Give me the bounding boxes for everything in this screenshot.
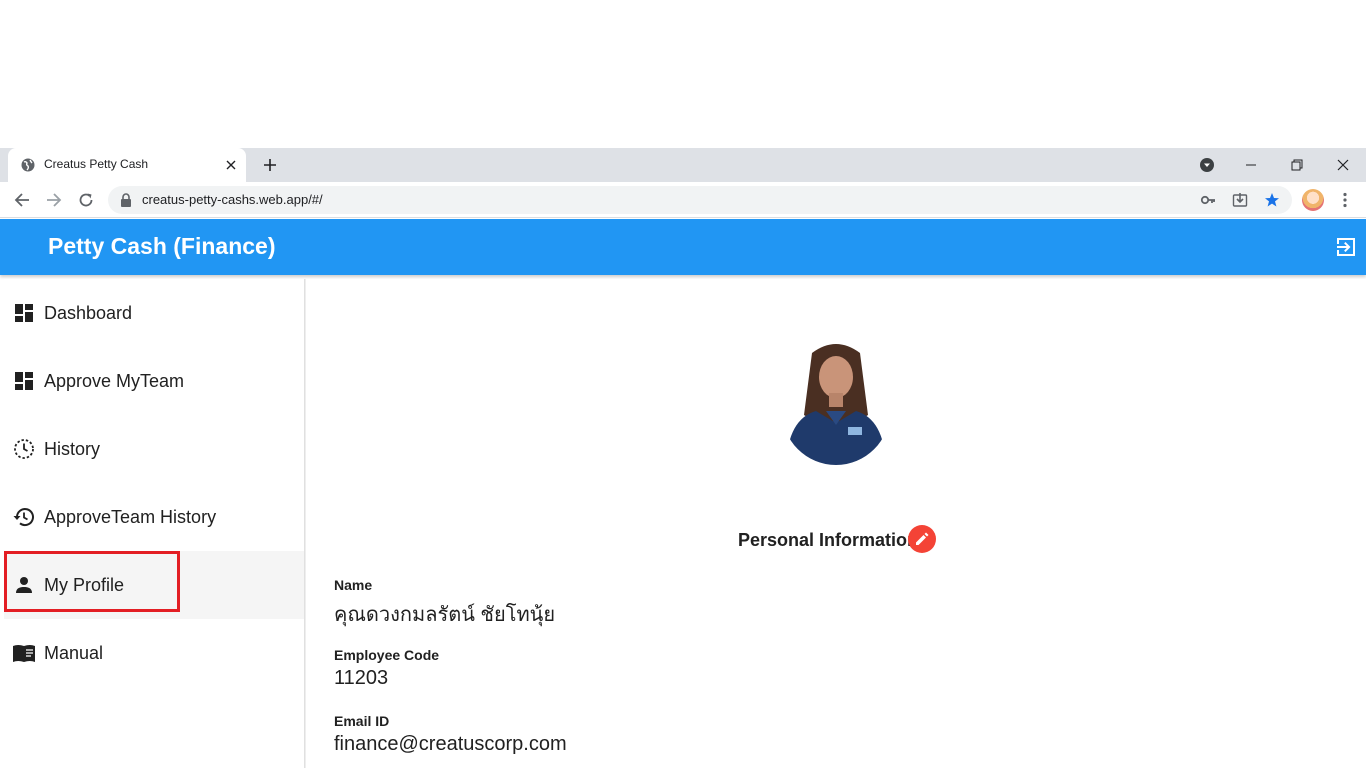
lock-icon (121, 193, 131, 207)
sidebar-item-manual[interactable]: Manual (4, 619, 304, 687)
globe-icon (21, 158, 35, 172)
sidebar-item-label: Approve MyTeam (44, 370, 185, 391)
close-window-icon[interactable] (1330, 152, 1356, 178)
key-icon[interactable] (1198, 190, 1218, 210)
logout-icon[interactable] (1334, 235, 1358, 259)
email-label: Email ID (334, 713, 390, 729)
browser-tabstrip: Creatus Petty Cash (0, 148, 1366, 182)
person-icon (12, 573, 36, 597)
install-app-icon[interactable] (1230, 190, 1250, 210)
new-tab-icon[interactable] (259, 154, 281, 176)
app-header: Petty Cash (Finance) (0, 219, 1366, 275)
bookmark-star-icon[interactable] (1262, 190, 1282, 210)
close-tab-icon[interactable] (222, 156, 240, 174)
sidebar-item-label: Manual (44, 642, 104, 663)
profile-photo (782, 335, 890, 465)
forward-arrow-icon[interactable] (42, 188, 66, 212)
employee-code-label: Employee Code (334, 647, 440, 663)
sidebar-item-my-profile[interactable]: My Profile (4, 551, 304, 619)
dashboard-icon (12, 301, 36, 325)
sidebar-item-label: My Profile (44, 574, 125, 595)
sidebar-item-approve-myteam[interactable]: Approve MyTeam (4, 347, 304, 415)
employee-code-value: 11203 (334, 667, 389, 689)
blank-area (0, 0, 1366, 148)
section-title: Personal Information (738, 530, 919, 550)
sidebar-item-approveteam-history[interactable]: ApproveTeam History (4, 483, 304, 551)
tab-search-icon[interactable] (1194, 152, 1220, 178)
pencil-icon (916, 532, 929, 545)
book-icon (12, 641, 36, 665)
more-menu-icon[interactable] (1335, 188, 1355, 212)
sidebar-item-label: History (44, 438, 101, 459)
name-label: Name (334, 577, 373, 593)
browser-tab[interactable]: Creatus Petty Cash (8, 148, 246, 182)
tab-title: Creatus Petty Cash (44, 157, 149, 171)
sidebar-item-label: ApproveTeam History (44, 506, 217, 527)
back-arrow-icon[interactable] (10, 188, 34, 212)
dashboard-icon (12, 369, 36, 393)
history-clock-icon (12, 437, 36, 461)
restore-icon (12, 505, 36, 529)
sidebar-item-history[interactable]: History (4, 415, 304, 483)
app-title: Petty Cash (Finance) (48, 233, 276, 259)
minimize-icon[interactable] (1238, 152, 1264, 178)
profile-avatar[interactable] (1302, 189, 1324, 211)
email-value: finance@creatuscorp.com (334, 733, 567, 755)
reload-icon[interactable] (74, 188, 98, 212)
sidebar-item-dashboard[interactable]: Dashboard (4, 279, 304, 347)
sidebar-nav: Dashboard Approve MyTeam History Approve… (4, 279, 305, 768)
address-bar[interactable]: creatus-petty-cashs.web.app/#/ (108, 186, 1292, 214)
browser-toolbar: creatus-petty-cashs.web.app/#/ (0, 182, 1366, 218)
profile-content: Personal Information Name คุณดวงกมลรัตน์… (305, 279, 1366, 768)
url-text: creatus-petty-cashs.web.app/#/ (142, 192, 323, 207)
restore-window-icon[interactable] (1284, 152, 1310, 178)
sidebar-item-label: Dashboard (44, 302, 133, 323)
name-value: คุณดวงกมลรัตน์ ชัยโทนุ้ย (334, 604, 556, 626)
edit-profile-button[interactable] (908, 525, 936, 553)
